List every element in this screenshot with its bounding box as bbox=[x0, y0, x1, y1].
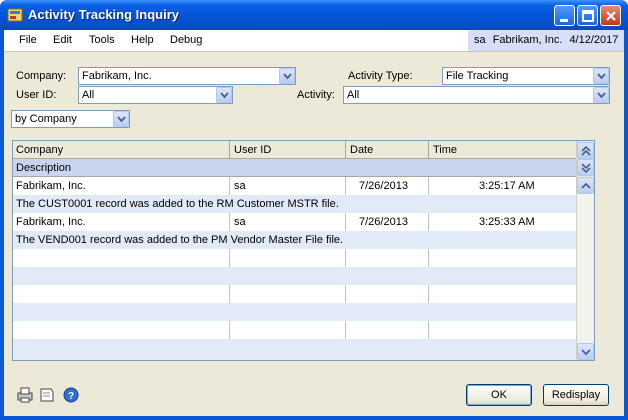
userid-dropdown[interactable]: All bbox=[78, 86, 233, 104]
menu-file[interactable]: File bbox=[19, 34, 37, 46]
cell-time: 3:25:33 AM bbox=[479, 216, 535, 228]
grid-header: Company User ID Date Time bbox=[13, 141, 576, 159]
header-expand-area bbox=[576, 141, 594, 177]
cell-userid: sa bbox=[234, 180, 246, 192]
redisplay-button[interactable]: Redisplay bbox=[543, 384, 609, 406]
app-icon bbox=[7, 8, 23, 22]
cell-description: The VEND001 record was added to the PM V… bbox=[16, 234, 344, 246]
column-divider[interactable] bbox=[345, 141, 346, 159]
company-dropdown[interactable]: Fabrikam, Inc. bbox=[78, 67, 296, 85]
company-label: Company: bbox=[16, 70, 67, 82]
activity-type-dropdown[interactable]: File Tracking bbox=[442, 67, 610, 85]
cell-date: 7/26/2013 bbox=[359, 216, 408, 228]
userid-dropdown-value: All bbox=[82, 89, 95, 101]
window: Activity Tracking Inquiry File Edit Tool… bbox=[0, 0, 628, 420]
column-description[interactable]: Description bbox=[16, 162, 71, 174]
cell-divider bbox=[428, 249, 429, 267]
cell-divider bbox=[345, 321, 346, 339]
cell-divider bbox=[428, 213, 429, 231]
window-title: Activity Tracking Inquiry bbox=[28, 7, 179, 22]
table-row[interactable]: Fabrikam, Inc. sa 7/26/2013 3:25:17 AM bbox=[13, 177, 576, 195]
table-row-description[interactable]: The VEND001 record was added to the PM V… bbox=[13, 231, 576, 249]
table-row-empty[interactable] bbox=[13, 267, 576, 285]
table-row-description[interactable]: The CUST0001 record was added to the RM … bbox=[13, 195, 576, 213]
column-time[interactable]: Time bbox=[433, 144, 457, 156]
note-icon[interactable] bbox=[38, 386, 56, 404]
ok-button[interactable]: OK bbox=[466, 384, 532, 406]
chevron-down-icon[interactable] bbox=[593, 87, 609, 103]
cell-company: Fabrikam, Inc. bbox=[16, 180, 86, 192]
user-info-user: sa bbox=[474, 34, 486, 46]
cell-time: 3:25:17 AM bbox=[479, 180, 535, 192]
menu-help[interactable]: Help bbox=[131, 34, 154, 46]
sort-by-dropdown-value: by Company bbox=[15, 113, 77, 125]
menu-debug[interactable]: Debug bbox=[170, 34, 202, 46]
cell-divider bbox=[229, 177, 230, 195]
printer-icon[interactable] bbox=[16, 386, 34, 404]
menu-edit[interactable]: Edit bbox=[53, 34, 72, 46]
column-divider[interactable] bbox=[229, 141, 230, 159]
activity-type-dropdown-value: File Tracking bbox=[446, 70, 509, 82]
expand-rows-icon[interactable] bbox=[577, 159, 594, 176]
chevron-down-icon[interactable] bbox=[216, 87, 232, 103]
help-icon[interactable]: ? bbox=[62, 386, 80, 404]
sort-by-dropdown[interactable]: by Company bbox=[11, 110, 130, 128]
table-row-empty[interactable] bbox=[13, 249, 576, 267]
column-date[interactable]: Date bbox=[350, 144, 373, 156]
activity-label: Activity: bbox=[297, 89, 335, 101]
menu-bar: File Edit Tools Help Debug sa Fabrikam, … bbox=[4, 30, 624, 52]
cell-divider bbox=[345, 177, 346, 195]
activity-dropdown[interactable]: All bbox=[343, 86, 610, 104]
cell-date: 7/26/2013 bbox=[359, 180, 408, 192]
activity-grid: Company User ID Date Time Description Fa… bbox=[12, 140, 595, 361]
userid-label: User ID: bbox=[16, 89, 57, 101]
cell-divider bbox=[345, 213, 346, 231]
svg-text:?: ? bbox=[68, 391, 74, 402]
chevron-down-icon[interactable] bbox=[593, 68, 609, 84]
close-button[interactable] bbox=[600, 5, 621, 26]
cell-company: Fabrikam, Inc. bbox=[16, 216, 86, 228]
cell-divider bbox=[229, 249, 230, 267]
cell-divider bbox=[229, 213, 230, 231]
title-bar[interactable]: Activity Tracking Inquiry bbox=[0, 0, 628, 30]
activity-dropdown-value: All bbox=[347, 89, 360, 101]
activity-type-label: Activity Type: bbox=[348, 70, 413, 82]
scroll-up-icon[interactable] bbox=[577, 177, 594, 194]
collapse-rows-icon[interactable] bbox=[577, 142, 594, 159]
user-info: sa Fabrikam, Inc. 4/12/2017 bbox=[468, 30, 624, 51]
column-divider[interactable] bbox=[428, 141, 429, 159]
cell-divider bbox=[428, 177, 429, 195]
user-info-company: Fabrikam, Inc. bbox=[492, 34, 563, 46]
table-row-empty[interactable] bbox=[13, 303, 576, 321]
cell-divider bbox=[345, 285, 346, 303]
maximize-button[interactable] bbox=[577, 5, 598, 26]
user-info-date: 4/12/2017 bbox=[569, 34, 619, 46]
column-userid[interactable]: User ID bbox=[234, 144, 271, 156]
company-dropdown-value: Fabrikam, Inc. bbox=[82, 70, 152, 82]
cell-divider bbox=[229, 321, 230, 339]
cell-divider bbox=[345, 249, 346, 267]
table-row-empty[interactable] bbox=[13, 321, 576, 339]
table-row-empty[interactable] bbox=[13, 339, 576, 360]
cell-divider bbox=[229, 285, 230, 303]
chevron-down-icon[interactable] bbox=[279, 68, 295, 84]
cell-description: The CUST0001 record was added to the RM … bbox=[16, 198, 339, 210]
column-company[interactable]: Company bbox=[16, 144, 63, 156]
chevron-down-icon[interactable] bbox=[113, 111, 129, 127]
table-row[interactable]: Fabrikam, Inc. sa 7/26/2013 3:25:33 AM bbox=[13, 213, 576, 231]
table-row-empty[interactable] bbox=[13, 285, 576, 303]
minimize-button[interactable] bbox=[554, 5, 575, 26]
vertical-scrollbar[interactable] bbox=[576, 177, 594, 360]
window-client: File Edit Tools Help Debug sa Fabrikam, … bbox=[4, 30, 624, 416]
cell-userid: sa bbox=[234, 216, 246, 228]
menu-tools[interactable]: Tools bbox=[89, 34, 115, 46]
cell-divider bbox=[428, 285, 429, 303]
cell-divider bbox=[428, 321, 429, 339]
grid-header-description: Description bbox=[13, 159, 576, 177]
scroll-down-icon[interactable] bbox=[577, 343, 594, 360]
